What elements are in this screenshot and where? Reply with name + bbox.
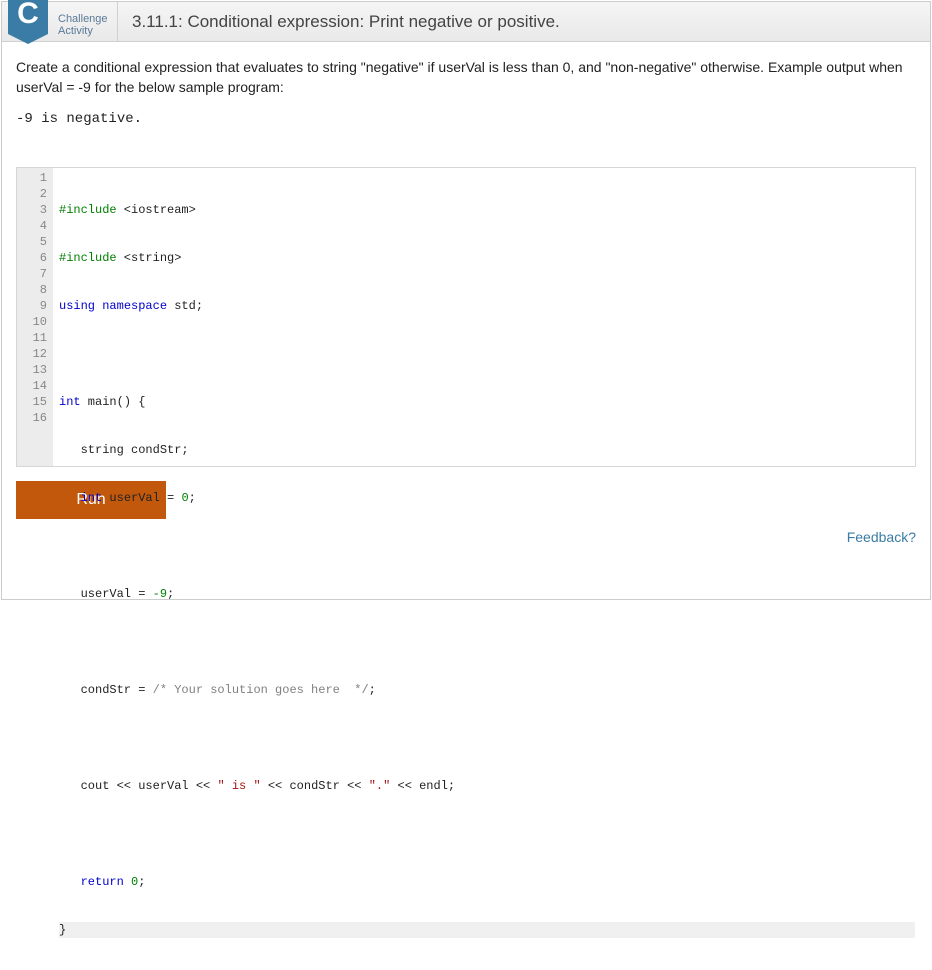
code-token: <iostream> [117,203,196,217]
badge-label-line2: Activity [58,25,113,37]
code-token: 0 [131,875,138,889]
challenge-badge-icon: C [8,0,48,34]
code-token: << condStr << [261,779,369,793]
code-token: "." [369,779,391,793]
code-token: userVal = [59,587,153,601]
gutter-line: 16 [17,410,47,426]
gutter-line: 3 [17,202,47,218]
gutter-line: 13 [17,362,47,378]
code-token: return [59,875,124,889]
code-token: string condStr; [59,443,189,457]
gutter-line: 5 [17,234,47,250]
gutter-line: 11 [17,330,47,346]
code-token: condStr = [59,683,153,697]
code-token [124,875,131,889]
code-token: std; [167,299,203,313]
gutter-line: 9 [17,298,47,314]
badge-label: Challenge Activity [58,2,118,42]
code-token: #include [59,203,117,217]
gutter-line: 10 [17,314,47,330]
line-gutter: 1 2 3 4 5 6 7 8 9 10 11 12 13 14 15 16 [17,168,53,466]
code-editor[interactable]: 1 2 3 4 5 6 7 8 9 10 11 12 13 14 15 16 #… [16,167,916,467]
code-token: ; [138,875,145,889]
gutter-line: 8 [17,282,47,298]
code-token: main() { [81,395,146,409]
code-token: using [59,299,95,313]
code-token: ; [369,683,376,697]
code-token: ; [167,587,174,601]
activity-title: 3.11.1: Conditional expression: Print ne… [118,12,560,32]
code-area[interactable]: #include <iostream> #include <string> us… [53,168,915,466]
code-token: <string> [117,251,182,265]
gutter-line: 1 [17,170,47,186]
activity-header: C Challenge Activity 3.11.1: Conditional… [2,2,930,42]
code-token: << endl; [390,779,455,793]
activity-frame: C Challenge Activity 3.11.1: Conditional… [1,1,931,600]
gutter-line: 12 [17,346,47,362]
code-token: 0 [181,491,188,505]
code-token: ; [189,491,196,505]
code-token: } [59,923,66,937]
gutter-line: 4 [17,218,47,234]
code-token: #include [59,251,117,265]
gutter-line: 2 [17,186,47,202]
code-token: int [59,491,102,505]
badge-wrap: C [2,0,52,50]
gutter-line: 6 [17,250,47,266]
gutter-line: 7 [17,266,47,282]
sample-output: -9 is negative. [16,111,916,127]
code-token: cout << userVal << [59,779,217,793]
code-token: " is " [217,779,260,793]
code-token: namespace [95,299,167,313]
code-token: int [59,395,81,409]
gutter-line: 14 [17,378,47,394]
instructions-text: Create a conditional expression that eva… [16,58,916,97]
gutter-line: 15 [17,394,47,410]
code-token: /* Your solution goes here */ [153,683,369,697]
code-token: userVal = [102,491,181,505]
badge-label-line1: Challenge [58,13,113,25]
code-token: -9 [153,587,167,601]
activity-content: Create a conditional expression that eva… [2,42,930,599]
